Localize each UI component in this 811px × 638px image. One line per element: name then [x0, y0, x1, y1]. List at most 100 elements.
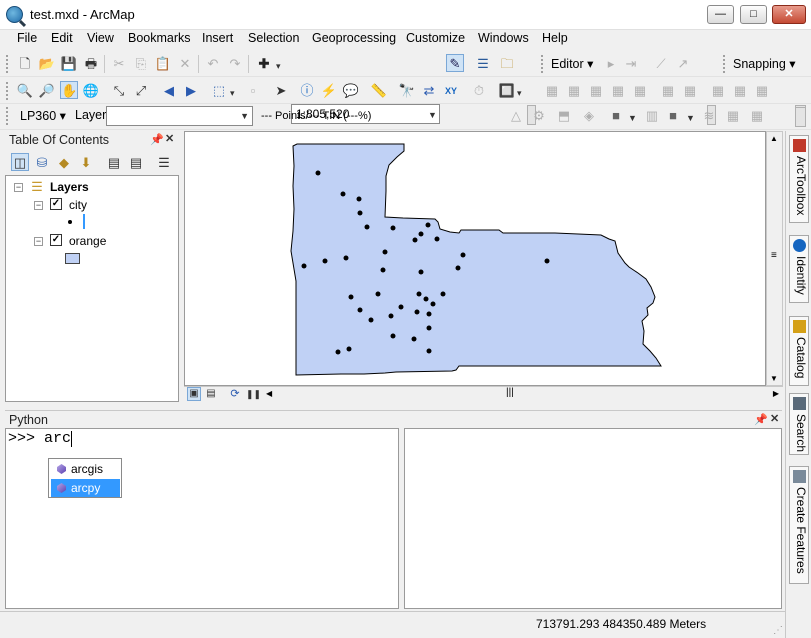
save-icon[interactable]: 💾 [60, 55, 78, 73]
layer-name-city[interactable]: city [69, 198, 87, 212]
layer-dropdown-icon[interactable]: ▼ [240, 111, 249, 121]
python-close-icon[interactable]: ✕ [770, 412, 779, 425]
open-folder-icon[interactable]: 📂 [38, 55, 56, 73]
full-extent-icon[interactable]: 🌐 [82, 82, 100, 100]
select-features-icon[interactable]: ⬚ [210, 82, 228, 100]
add-data-dropdown-icon[interactable]: ▾ [276, 61, 281, 72]
lp360-export-icon[interactable]: ⬒ [555, 107, 573, 125]
scroll-up-icon[interactable]: ▲ [770, 134, 778, 143]
zoom-in-icon[interactable]: 🔍 [16, 82, 34, 100]
toolbar-grip[interactable] [6, 55, 9, 73]
city-point[interactable] [346, 346, 352, 352]
undo-icon[interactable]: ↶ [204, 55, 222, 73]
menu-help[interactable]: Help [542, 31, 568, 45]
city-point[interactable] [343, 255, 349, 261]
city-point[interactable] [418, 231, 424, 237]
cut-icon[interactable]: ✂ [110, 55, 128, 73]
editor-toolbar-icon[interactable]: ✎ [446, 54, 464, 72]
list-by-source-icon[interactable]: ⛁ [33, 154, 51, 172]
city-point[interactable] [375, 291, 381, 297]
toolbar-grip[interactable] [723, 55, 726, 73]
toolbar-grip[interactable] [541, 55, 544, 73]
data-view-icon[interactable]: ▣ [187, 387, 201, 401]
layers-root-label[interactable]: Layers [50, 180, 89, 194]
lp360-tool-6-icon[interactable]: ▦ [659, 82, 677, 100]
city-point[interactable] [340, 191, 346, 197]
lp360-fill-dropdown-icon[interactable]: ▼ [628, 113, 637, 123]
lp360-color-dropdown-icon[interactable]: ▼ [686, 113, 695, 123]
toolbar-grip[interactable] [6, 107, 9, 125]
orange-collapse-icon[interactable]: − [34, 237, 43, 246]
city-point[interactable] [357, 307, 363, 313]
zoom-out-icon[interactable]: 🔎 [38, 82, 56, 100]
city-point[interactable] [335, 349, 341, 355]
lp360-layers-icon[interactable]: ◈ [580, 107, 598, 125]
autocomplete-item-arcpy[interactable]: arcpy [51, 479, 120, 497]
editor-menu[interactable]: Editor ▾ [551, 56, 593, 71]
lp360-fill-icon[interactable]: ■ [607, 107, 625, 125]
city-point[interactable] [544, 258, 550, 264]
add-data-icon[interactable]: ✚ [255, 55, 273, 73]
menu-bookmarks[interactable]: Bookmarks [128, 31, 191, 45]
toc-window-icon[interactable]: ☰ [474, 55, 492, 73]
create-features-tab[interactable]: Create Features [789, 466, 809, 584]
python-input-text[interactable]: arc [44, 430, 71, 447]
city-point[interactable] [348, 294, 354, 300]
city-point[interactable] [301, 263, 307, 269]
go-to-xy-icon[interactable]: XY [442, 82, 460, 100]
snapping-menu[interactable]: Snapping ▾ [733, 56, 796, 71]
scroll-left-icon[interactable]: ◀ [266, 389, 272, 398]
pan-icon[interactable]: ✋ [60, 81, 78, 99]
redo-icon[interactable]: ↷ [226, 55, 244, 73]
city-point[interactable] [315, 170, 321, 176]
city-point[interactable] [426, 348, 432, 354]
lp360-contour-icon[interactable]: ≋ [700, 107, 718, 125]
arcmap-app-icon[interactable] [6, 6, 23, 23]
find-icon[interactable]: 🔭 [398, 82, 416, 100]
lp360-grid2-icon[interactable]: ▦ [748, 107, 766, 125]
resize-grip-icon[interactable]: ⋰ [773, 625, 783, 636]
go-back-icon[interactable]: ◀ [160, 82, 178, 100]
orange-visibility-checkbox[interactable]: ✓ [50, 234, 62, 246]
map-vertical-scrollbar[interactable]: ▲ ≡ ▼ [766, 131, 783, 386]
create-viewer-icon[interactable]: 🔲 [498, 82, 516, 100]
copy-icon[interactable]: ⎘ [132, 55, 150, 73]
hscroll-thumb-grip-icon[interactable]: ||| [506, 387, 514, 398]
toc-close-icon[interactable]: ✕ [165, 132, 174, 145]
html-popup-icon[interactable]: 💬 [342, 82, 360, 100]
time-slider-icon[interactable]: ⏱ [470, 82, 488, 100]
toolbar-overflow[interactable] [795, 107, 806, 127]
city-point[interactable] [426, 325, 432, 331]
print-icon[interactable]: 🖶 [82, 55, 100, 73]
toc-list-icon[interactable]: ☰ [155, 154, 173, 172]
measure-icon[interactable]: 📏 [370, 82, 388, 100]
find-route-icon[interactable]: ⇄ [420, 82, 438, 100]
city-point[interactable] [390, 225, 396, 231]
trace-icon[interactable]: ↗ [674, 55, 692, 73]
lp360-tool-10-icon[interactable]: ▦ [753, 82, 771, 100]
lp360-tool-7-icon[interactable]: ▦ [681, 82, 699, 100]
catalog-tab[interactable]: Catalog [789, 316, 809, 386]
select-features-dropdown-icon[interactable]: ▾ [230, 88, 235, 99]
city-point[interactable] [455, 265, 461, 271]
layer-name-orange[interactable]: orange [69, 234, 106, 248]
lp360-tool-5-icon[interactable]: ▦ [631, 82, 649, 100]
map-horizontal-scrollbar[interactable]: ▣ ▤ ⟳ ❚❚ ◀ ||| ▶ [184, 386, 783, 402]
close-button[interactable]: ✕ [772, 5, 806, 24]
refresh-icon[interactable]: ⟳ [228, 387, 242, 401]
toc-options-icon[interactable]: ▤ [105, 154, 123, 172]
maximize-button[interactable]: □ [740, 5, 767, 24]
city-point[interactable] [382, 249, 388, 255]
map-display[interactable] [184, 131, 766, 386]
scroll-thumb-grip-icon[interactable]: ≡ [771, 250, 777, 261]
autocomplete-list[interactable]: arcgis arcpy [48, 458, 122, 498]
lp360-tool-1-icon[interactable]: ▦ [543, 82, 561, 100]
hyperlink-icon[interactable]: ⚡ [320, 82, 338, 100]
city-point[interactable] [414, 309, 420, 315]
city-point[interactable] [357, 210, 363, 216]
layout-view-icon[interactable]: ▤ [204, 387, 218, 401]
menu-edit[interactable]: Edit [51, 31, 73, 45]
list-by-selection-icon[interactable]: ⬇ [77, 154, 95, 172]
lp360-grid-icon[interactable]: ▦ [724, 107, 742, 125]
delete-icon[interactable]: ✕ [176, 55, 194, 73]
